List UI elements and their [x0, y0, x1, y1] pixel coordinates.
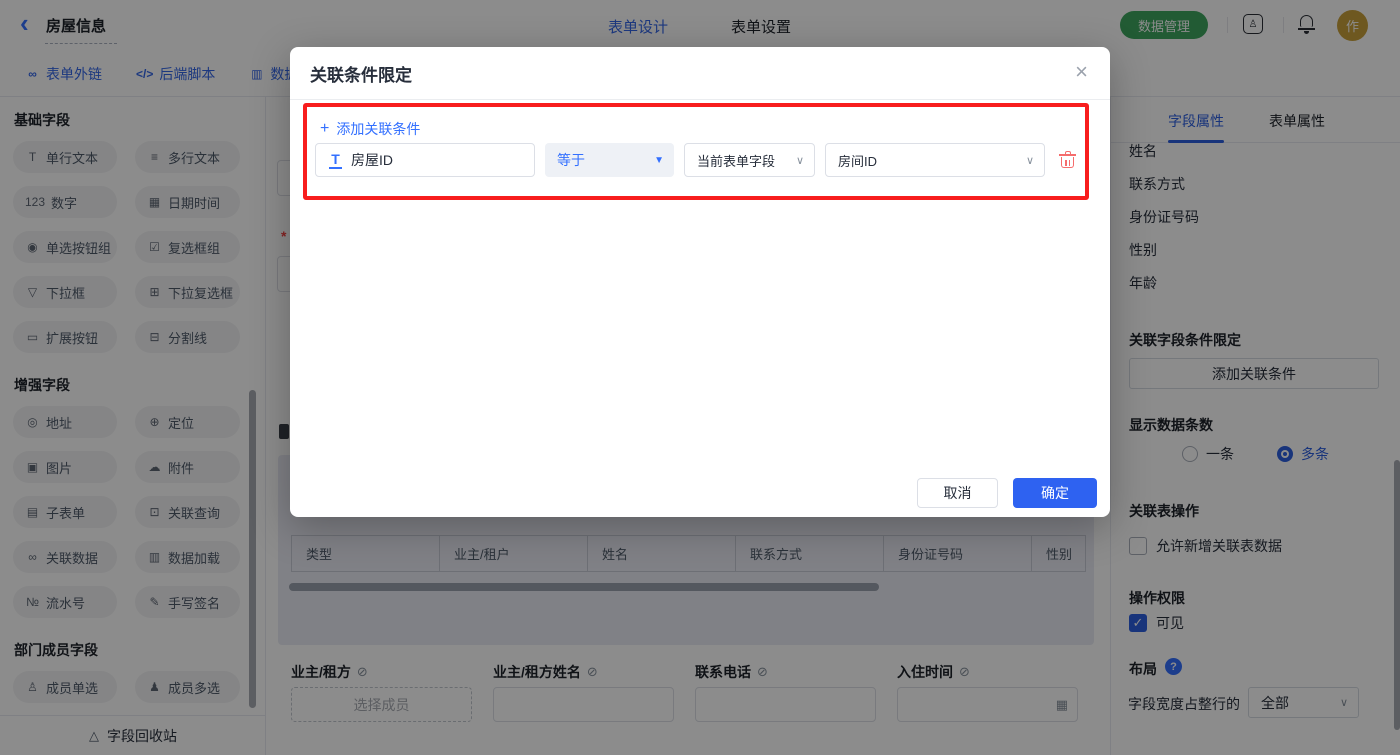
delete-trash-icon[interactable] [1059, 151, 1076, 169]
source-type-value: 当前表单字段 [697, 151, 775, 170]
condition-row: T 房屋ID 等于 ▼ 当前表单字段 ∨ 房间ID ∨ [315, 143, 1085, 177]
target-field-value: 房间ID [838, 151, 877, 170]
text-field-icon: T [329, 152, 342, 169]
condition-field-input[interactable]: T 房屋ID [315, 143, 535, 177]
target-field-select[interactable]: 房间ID ∨ [825, 143, 1045, 177]
condition-dialog: 关联条件限定 × + 添加关联条件 T 房屋ID 等于 ▼ 当前表单字段 ∨ 房… [290, 47, 1110, 517]
close-icon[interactable]: × [1075, 60, 1088, 84]
source-type-select[interactable]: 当前表单字段 ∨ [684, 143, 815, 177]
trash-lid [1059, 154, 1076, 156]
cancel-button[interactable]: 取消 [917, 478, 998, 508]
condition-field-value: 房屋ID [351, 150, 393, 170]
operator-select[interactable]: 等于 ▼ [545, 143, 674, 177]
confirm-button[interactable]: 确定 [1013, 478, 1097, 508]
add-condition-link[interactable]: + 添加关联条件 [320, 119, 420, 139]
trash-body [1061, 157, 1074, 168]
dialog-title: 关联条件限定 [310, 61, 412, 86]
chevron-down-icon: ∨ [796, 154, 804, 167]
dialog-header-divider [290, 99, 1110, 100]
plus-icon: + [320, 121, 329, 137]
caret-down-icon: ▼ [654, 155, 664, 166]
operator-value: 等于 [557, 150, 585, 170]
add-condition-label: 添加关联条件 [336, 119, 420, 139]
form-designer-app: ‹ 房屋信息 表单设计 表单设置 数据管理 ♙ 作 ∞ 表单外链 [0, 0, 1400, 755]
trash-tick [1069, 160, 1071, 166]
dialog-header: 关联条件限定 × [290, 47, 1110, 99]
chevron-down-icon: ∨ [1026, 154, 1034, 167]
trash-tick [1065, 160, 1067, 166]
